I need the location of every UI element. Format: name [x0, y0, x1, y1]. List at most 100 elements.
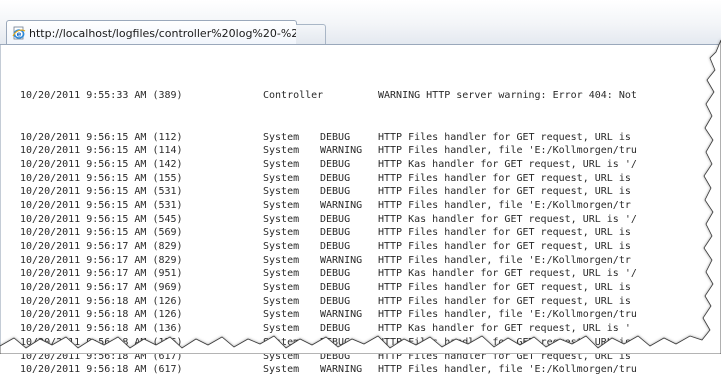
log-level: DEBUG	[320, 241, 351, 252]
log-message: HTTP Files handler for GET request, URL …	[378, 350, 631, 362]
log-message: HTTP Files handler for GET request, URL …	[378, 186, 631, 198]
log-message: HTTP Files handler for GET request, URL …	[378, 336, 631, 348]
log-source: System	[263, 172, 300, 184]
svg-text:e: e	[17, 31, 22, 39]
log-message: WARNING HTTP server warning: Error 404: …	[378, 90, 637, 102]
log-row: 10/20/2011 9:56:17 AM (951) System DEBUG HT…	[20, 267, 637, 281]
log-message: HTTP Files handler for GET request, URL …	[378, 131, 631, 143]
log-message: HTTP Files handler for GET request, URL …	[378, 227, 631, 239]
log-timestamp: 10/20/2011 9:56:18 AM (126)	[20, 295, 183, 307]
log-level: WARNING	[320, 254, 363, 266]
log-message: HTTP Files handler for GET request, URL …	[378, 295, 631, 307]
log-level: DEBUG	[320, 323, 351, 335]
log-level: DEBUG	[320, 131, 351, 143]
log-level: DEBUG	[320, 268, 351, 280]
log-timestamp: 10/20/2011 9:56:15 AM (545)	[20, 213, 183, 225]
log-level: DEBUG	[320, 227, 351, 239]
log-level: DEBUG	[320, 282, 351, 294]
log-source: System	[263, 282, 300, 294]
browser-tab-bar: e http://localhost/logfiles/controller%2…	[0, 0, 721, 45]
log-level: DEBUG	[320, 158, 351, 170]
log-row: 10/20/2011 9:56:15 AM (569) System DEBUG HT…	[20, 226, 637, 240]
log-timestamp: 10/20/2011 9:56:15 AM (114)	[20, 145, 183, 157]
log-timestamp: 10/20/2011 9:56:15 AM (569)	[20, 227, 183, 239]
log-row: 10/20/2011 9:56:15 AM (531) System DEBUG HT…	[20, 185, 637, 199]
log-level: WARNING	[320, 199, 363, 211]
log-source: System	[263, 158, 300, 170]
log-level: DEBUG	[320, 213, 351, 225]
log-timestamp: 10/20/2011 9:55:33 AM (389)	[20, 90, 183, 102]
log-row: 10/20/2011 9:56:18 AM (617) System DEBUG HT…	[20, 350, 637, 364]
log-level: DEBUG	[320, 295, 351, 307]
log-message: HTTP Kas handler for GET request, URL is…	[378, 323, 631, 335]
log-row: 10/20/2011 9:56:17 AM (969) System DEBUG HT…	[20, 281, 637, 295]
log-source: System	[263, 336, 300, 348]
log-source: System	[263, 131, 300, 143]
log-level: WARNING	[320, 145, 363, 157]
log-message: HTTP Files handler, file 'E:/Kollmorgen/…	[378, 199, 631, 211]
log-timestamp: 10/20/2011 9:56:15 AM (112)	[20, 131, 183, 143]
log-level: DEBUG	[320, 336, 351, 348]
log-message: HTTP Files handler, file 'E:/Kollmorgen/…	[378, 364, 637, 376]
log-row: 10/20/2011 9:56:18 AM (136) System DEBUG HT…	[20, 322, 637, 336]
log-level: DEBUG	[320, 186, 351, 198]
browser-tab[interactable]: e http://localhost/logfiles/controller%2…	[6, 20, 297, 45]
log-timestamp: 10/20/2011 9:56:17 AM (829)	[20, 241, 183, 252]
log-timestamp: 10/20/2011 9:56:17 AM (969)	[20, 282, 183, 294]
log-source: System	[263, 309, 300, 321]
log-row: 10/20/2011 9:56:15 AM (142) System DEBUG HT…	[20, 158, 637, 172]
log-message: HTTP Kas handler for GET request, URL is…	[378, 158, 637, 170]
log-message: HTTP Files handler, file 'E:/Kollmorgen/…	[378, 254, 631, 266]
log-source: System	[263, 268, 300, 280]
log-timestamp: 10/20/2011 9:56:17 AM (951)	[20, 268, 183, 280]
log-listing: 10/20/2011 9:55:33 AM (389) Controller WAR…	[20, 62, 637, 377]
log-source: System	[263, 323, 300, 335]
log-source: System	[263, 145, 300, 157]
log-timestamp: 10/20/2011 9:56:18 AM (126)	[20, 309, 183, 321]
log-message: HTTP Files handler for GET request, URL …	[378, 172, 631, 184]
log-timestamp: 10/20/2011 9:56:18 AM (617)	[20, 364, 183, 376]
log-source: System	[263, 199, 300, 211]
log-level: DEBUG	[320, 350, 351, 362]
log-row: 10/20/2011 9:56:18 AM (617) System WARNING…	[20, 363, 637, 377]
log-timestamp: 10/20/2011 9:56:18 AM (617)	[20, 350, 183, 362]
log-message: HTTP Files handler for GET request, URL …	[378, 282, 631, 294]
log-message: HTTP Files handler for GET request, URL …	[378, 241, 631, 252]
log-level: DEBUG	[320, 172, 351, 184]
log-level: WARNING	[320, 309, 363, 321]
log-source: Controller	[263, 90, 324, 102]
log-header-row: 10/20/2011 9:55:33 AM (389) Controller WAR…	[20, 89, 637, 103]
log-row: 10/20/2011 9:56:15 AM (155) System DEBUG HT…	[20, 172, 637, 186]
log-row: 10/20/2011 9:56:18 AM (156) System DEBUG HT…	[20, 336, 637, 350]
log-message: HTTP Kas handler for GET request, URL is…	[378, 213, 637, 225]
log-row: 10/20/2011 9:56:15 AM (112) System DEBUG HT…	[20, 131, 637, 145]
log-row: 10/20/2011 9:56:18 AM (126) System WARNING…	[20, 308, 637, 322]
log-row: 10/20/2011 9:56:17 AM (829) System DEBUG HT…	[20, 240, 637, 254]
log-message: HTTP Files handler, file 'E:/Kollmorgen/…	[378, 145, 637, 157]
log-message: HTTP Files handler, file 'E:/Kollmorgen/…	[378, 309, 637, 321]
log-source: System	[263, 295, 300, 307]
log-timestamp: 10/20/2011 9:56:17 AM (829)	[20, 254, 183, 266]
log-source: System	[263, 186, 300, 198]
log-timestamp: 10/20/2011 9:56:15 AM (531)	[20, 199, 183, 211]
log-row: 10/20/2011 9:56:15 AM (531) System WARNING…	[20, 199, 637, 213]
new-tab-button[interactable]	[296, 24, 326, 44]
log-source: System	[263, 213, 300, 225]
log-timestamp: 10/20/2011 9:56:15 AM (155)	[20, 172, 183, 184]
log-timestamp: 10/20/2011 9:56:15 AM (531)	[20, 186, 183, 198]
log-row: 10/20/2011 9:56:18 AM (126) System DEBUG HT…	[20, 295, 637, 309]
page-content: 10/20/2011 9:55:33 AM (389) Controller WAR…	[0, 45, 721, 375]
log-message: HTTP Kas handler for GET request, URL is…	[378, 268, 637, 280]
tab-title: http://localhost/logfiles/controller%20l…	[29, 26, 296, 40]
log-row: 10/20/2011 9:56:17 AM (829) System WARNING…	[20, 254, 637, 268]
log-timestamp: 10/20/2011 9:56:18 AM (156)	[20, 336, 183, 348]
log-source: System	[263, 254, 300, 266]
log-source: System	[263, 241, 300, 252]
log-timestamp: 10/20/2011 9:56:15 AM (142)	[20, 158, 183, 170]
log-row: 10/20/2011 9:56:15 AM (545) System DEBUG HT…	[20, 213, 637, 227]
log-timestamp: 10/20/2011 9:56:18 AM (136)	[20, 323, 183, 335]
ie-page-icon: e	[12, 26, 26, 40]
log-source: System	[263, 364, 300, 376]
log-source: System	[263, 227, 300, 239]
log-source: System	[263, 350, 300, 362]
